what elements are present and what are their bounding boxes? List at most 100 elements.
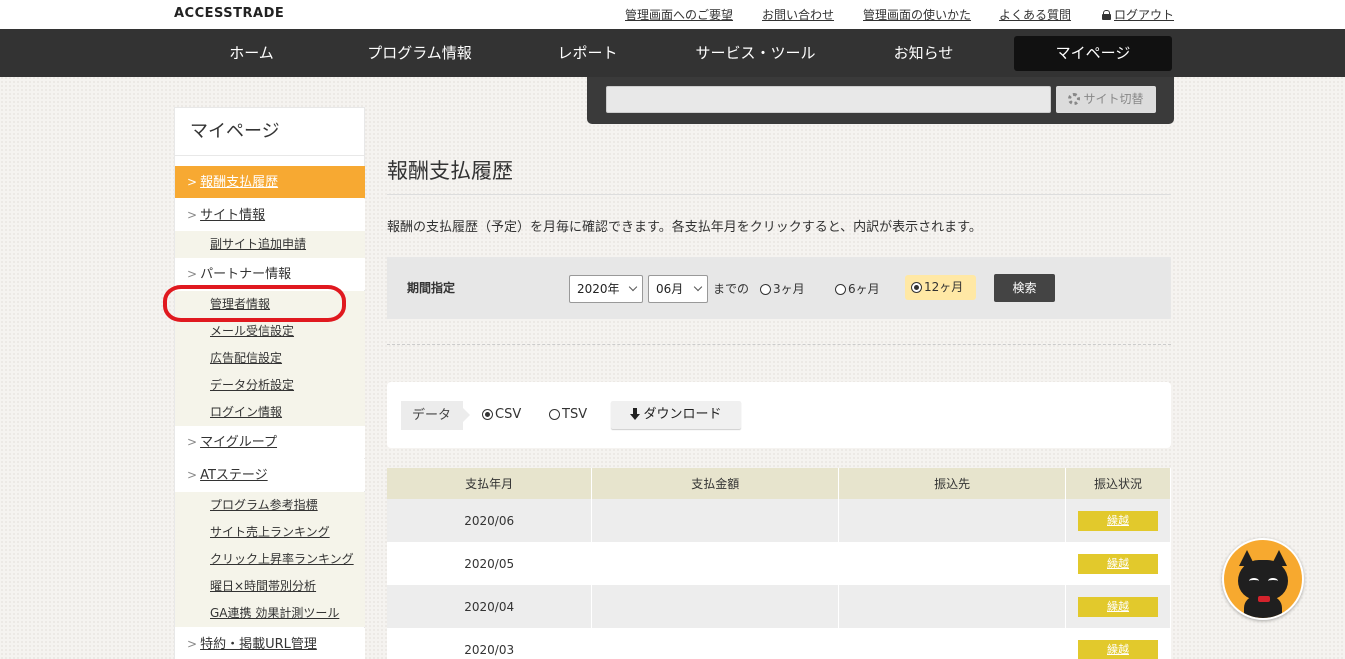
payment-status-cell: 繰越 xyxy=(1065,499,1171,542)
column-header: 支払金額 xyxy=(591,468,840,499)
table-row[interactable]: 2020/06 繰越 xyxy=(387,499,1171,542)
divider xyxy=(387,344,1171,345)
page-title: 報酬支払履歴 xyxy=(387,155,1171,195)
highlight-annotation xyxy=(163,285,346,322)
radio-selected-icon xyxy=(482,409,493,420)
chevron-right-icon: > xyxy=(187,175,198,189)
payment-status-cell: 繰越 xyxy=(1065,628,1171,659)
payment-month[interactable]: 2020/04 xyxy=(387,585,593,628)
sidebar-title: マイページ xyxy=(175,108,364,156)
radio-icon xyxy=(549,409,560,420)
lock-icon xyxy=(1102,10,1111,20)
top-bar: ACCESSTRADE 管理画面へのご要望 お問い合わせ 管理画面の使いかた よ… xyxy=(0,0,1345,29)
payment-month[interactable]: 2020/06 xyxy=(387,499,593,542)
payment-status-cell: 繰越 xyxy=(1065,542,1171,585)
year-value: 2020年 xyxy=(577,282,620,296)
gear-icon xyxy=(1068,93,1081,105)
site-select-input[interactable] xyxy=(606,86,1051,113)
sidebar-item-special-url[interactable]: > 特約・掲載URL管理 xyxy=(175,628,365,659)
column-header: 振込先 xyxy=(838,468,1067,499)
chevron-down-icon xyxy=(693,282,703,292)
download-button[interactable]: ダウンロード xyxy=(611,401,741,429)
sidebar-item-at-stage[interactable]: > ATステージ xyxy=(175,459,365,491)
logout-label: ログアウト xyxy=(1114,8,1175,22)
nav-tools[interactable]: サービス・ツール xyxy=(679,29,832,77)
payment-amount xyxy=(591,542,840,585)
nav-programs[interactable]: プログラム情報 xyxy=(343,29,496,77)
table-row[interactable]: 2020/03 繰越 xyxy=(387,628,1171,659)
sidebar-item-label: パートナー情報 xyxy=(200,267,292,282)
status-badge[interactable]: 繰越 xyxy=(1078,510,1158,531)
column-header: 支払年月 xyxy=(387,468,593,499)
sidebar-item-payment-history[interactable]: > 報酬支払履歴 xyxy=(175,166,365,198)
nav-news[interactable]: お知らせ xyxy=(847,29,1000,77)
cat-eye xyxy=(1268,578,1278,584)
radio-tsv[interactable]: TSV xyxy=(549,407,587,422)
column-header: 振込状況 xyxy=(1065,468,1171,499)
payment-amount xyxy=(591,628,840,659)
sidebar-item-site-info[interactable]: > サイト情報 xyxy=(175,199,365,231)
sidebar-item-my-group[interactable]: > マイグループ xyxy=(175,426,365,458)
payment-month[interactable]: 2020/05 xyxy=(387,542,593,585)
radio-label: 6ヶ月 xyxy=(848,282,880,296)
sidebar-item-click-ranking[interactable]: クリック上昇率ランキング xyxy=(175,546,365,573)
sidebar-item-login-info[interactable]: ログイン情報 xyxy=(175,399,365,426)
sidebar-item-label: マイグループ xyxy=(200,435,278,450)
status-badge[interactable]: 繰越 xyxy=(1078,639,1158,659)
radio-6-months[interactable]: 6ヶ月 xyxy=(835,280,880,297)
radio-label: 3ヶ月 xyxy=(773,282,805,296)
payment-month[interactable]: 2020/03 xyxy=(387,628,593,659)
faq-link[interactable]: よくある質問 xyxy=(999,6,1071,23)
search-button[interactable]: 検索 xyxy=(994,274,1055,302)
logout-link[interactable]: ログアウト xyxy=(1102,6,1174,23)
month-select[interactable]: 06月 xyxy=(648,275,708,303)
chat-mascot-button[interactable] xyxy=(1222,538,1304,620)
sidebar-item-ad-settings[interactable]: 広告配信設定 xyxy=(175,345,365,372)
radio-csv[interactable]: CSV xyxy=(482,407,521,422)
site-switch-label: サイト切替 xyxy=(1083,92,1144,106)
year-select[interactable]: 2020年 xyxy=(569,275,643,303)
page-description: 報酬の支払履歴（予定）を月毎に確認できます。各支払年月をクリックすると、内訳が表… xyxy=(387,220,982,235)
radio-12-months[interactable]: 12ヶ月 xyxy=(905,275,976,300)
chevron-down-icon xyxy=(628,282,638,292)
status-badge[interactable]: 繰越 xyxy=(1078,553,1158,574)
chevron-right-icon: > xyxy=(187,208,198,222)
contact-link[interactable]: お問い合わせ xyxy=(762,6,834,23)
radio-selected-icon xyxy=(911,282,922,293)
period-label: 期間指定 xyxy=(407,281,456,295)
payment-bank xyxy=(838,585,1067,628)
cat-icon xyxy=(1238,560,1288,600)
sidebar-item-ga-tool[interactable]: GA連携 効果計測ツール xyxy=(175,600,365,627)
sidebar-item-label: ATステージ xyxy=(200,468,268,483)
sidebar-item-mail-settings[interactable]: メール受信設定 xyxy=(175,318,365,345)
sidebar-item-weekday-analysis[interactable]: 曜日×時間帯別分析 xyxy=(175,573,365,600)
payment-status-cell: 繰越 xyxy=(1065,585,1171,628)
data-label: データ xyxy=(401,401,470,430)
download-icon xyxy=(630,408,641,420)
nav-mypage[interactable]: マイページ xyxy=(1014,36,1172,71)
radio-label: TSV xyxy=(562,407,588,422)
top-links: 管理画面へのご要望 お問い合わせ 管理画面の使いかた よくある質問 ログアウト xyxy=(0,6,1345,22)
status-badge[interactable]: 繰越 xyxy=(1078,596,1158,617)
feedback-link[interactable]: 管理画面へのご要望 xyxy=(625,6,733,23)
site-switch-button[interactable]: サイト切替 xyxy=(1056,86,1156,113)
chevron-right-icon: > xyxy=(187,637,198,651)
radio-icon xyxy=(835,284,846,295)
nav-report[interactable]: レポート xyxy=(511,29,664,77)
download-panel: データ CSV TSV ダウンロード xyxy=(387,382,1171,448)
sidebar-item-data-analysis[interactable]: データ分析設定 xyxy=(175,372,365,399)
radio-icon xyxy=(760,284,771,295)
bow-icon xyxy=(1258,596,1270,602)
howto-link[interactable]: 管理画面の使いかた xyxy=(863,6,971,23)
sidebar: マイページ > 報酬支払履歴 > サイト情報 副サイト追加申請 > パートナー情報 管… xyxy=(174,107,365,659)
sidebar-item-add-sub-site[interactable]: 副サイト追加申請 xyxy=(175,231,365,258)
table-row[interactable]: 2020/05 繰越 xyxy=(387,542,1171,585)
sidebar-item-program-index[interactable]: プログラム参考指標 xyxy=(175,492,365,519)
payment-amount xyxy=(591,499,840,542)
sidebar-item-site-sales-ranking[interactable]: サイト売上ランキング xyxy=(175,519,365,546)
payment-bank xyxy=(838,499,1067,542)
table-row[interactable]: 2020/04 繰越 xyxy=(387,585,1171,628)
nav-home[interactable]: ホーム xyxy=(175,29,328,77)
month-value: 06月 xyxy=(656,282,684,296)
radio-3-months[interactable]: 3ヶ月 xyxy=(760,280,805,297)
